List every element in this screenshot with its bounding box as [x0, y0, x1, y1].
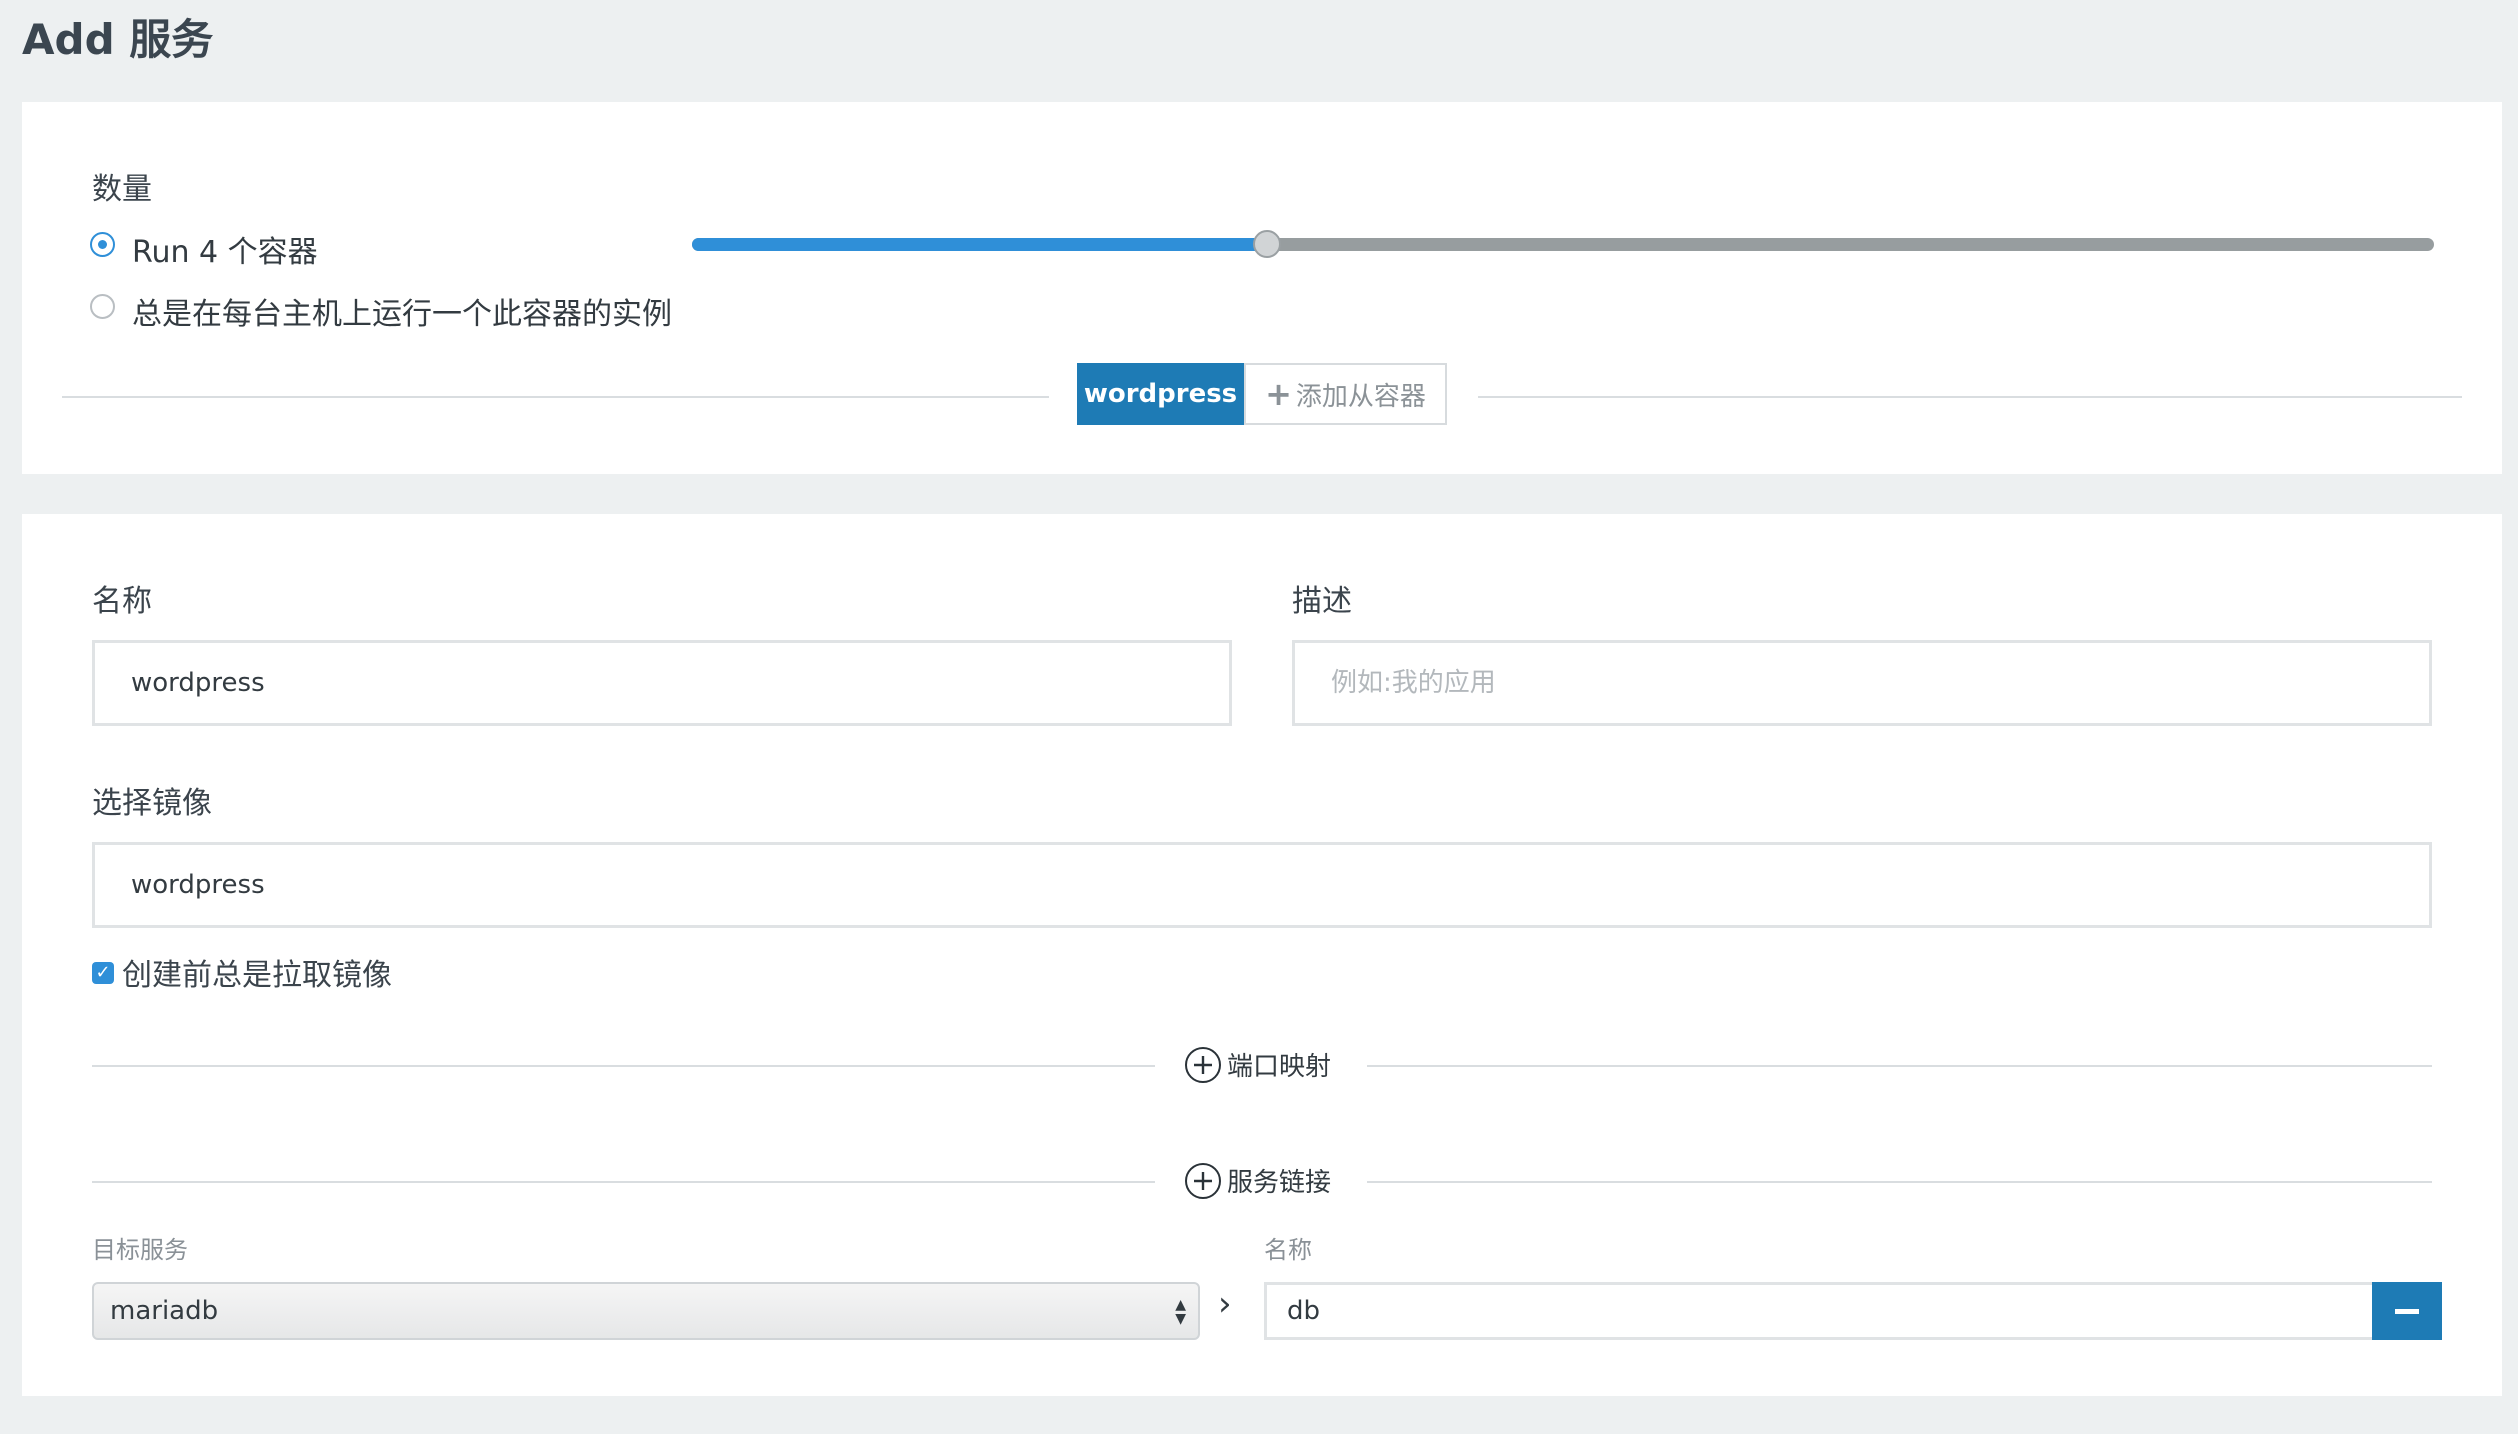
service-links-label: 服务链接 — [1227, 1168, 1332, 1198]
name-input[interactable] — [92, 640, 1232, 726]
tabs-divider-left — [62, 396, 1049, 398]
scale-slider-fill — [692, 238, 1267, 251]
plus-icon: + — [1265, 375, 1292, 413]
add-sidekick-tab[interactable]: + 添加从容器 — [1244, 363, 1447, 425]
tab-wordpress[interactable]: wordpress — [1077, 363, 1244, 425]
page-title: Add 服务 — [22, 15, 214, 64]
add-sidekick-label: 添加从容器 — [1295, 381, 1426, 412]
scale-card: 数量 Run 4 个容器 总是在每台主机上运行一个此容器的实例 wordpres… — [22, 102, 2502, 474]
scale-label: 数量 — [92, 172, 152, 207]
global-option-label[interactable]: 总是在每台主机上运行一个此容器的实例 — [132, 289, 672, 333]
pull-image-label[interactable]: 创建前总是拉取镜像 — [122, 950, 392, 994]
port-divider-right — [1367, 1065, 2432, 1067]
select-arrows-icon: ▲ ▼ — [1175, 1297, 1186, 1327]
service-form-card: 名称 描述 选择镜像 ✓ 创建前总是拉取镜像 端口映射 服务链接 目标服务 名称… — [22, 514, 2502, 1396]
target-service-select[interactable]: mariadb ▲ ▼ — [92, 1282, 1200, 1340]
plus-circle-icon — [1185, 1162, 1221, 1199]
target-service-value: mariadb — [110, 1296, 219, 1326]
remove-link-button[interactable] — [2372, 1282, 2442, 1340]
description-input[interactable] — [1292, 640, 2432, 726]
description-label: 描述 — [1292, 584, 1352, 619]
port-mapping-label: 端口映射 — [1227, 1052, 1332, 1082]
scale-slider-handle[interactable] — [1252, 230, 1281, 258]
plus-circle-icon — [1185, 1046, 1221, 1083]
link-alias-label: 名称 — [1264, 1236, 1312, 1264]
target-service-label: 目标服务 — [92, 1236, 188, 1264]
links-divider-right — [1367, 1181, 2432, 1183]
minus-icon — [2395, 1308, 2419, 1314]
image-input[interactable] — [92, 842, 2432, 928]
chevron-right-icon: › — [1218, 1284, 1232, 1324]
pull-image-checkbox[interactable]: ✓ — [92, 962, 114, 984]
name-label: 名称 — [92, 584, 152, 619]
run-option-label[interactable]: Run 4 个容器 — [132, 227, 318, 271]
add-service-link-button[interactable]: 服务链接 — [1185, 1162, 1331, 1199]
global-radio[interactable] — [90, 294, 115, 319]
run-radio[interactable] — [90, 232, 115, 257]
link-alias-input[interactable] — [1264, 1282, 2394, 1340]
image-label: 选择镜像 — [92, 786, 212, 821]
port-divider-left — [92, 1065, 1155, 1067]
links-divider-left — [92, 1181, 1155, 1183]
tabs-divider-right — [1478, 396, 2462, 398]
add-port-mapping-button[interactable]: 端口映射 — [1185, 1046, 1331, 1083]
